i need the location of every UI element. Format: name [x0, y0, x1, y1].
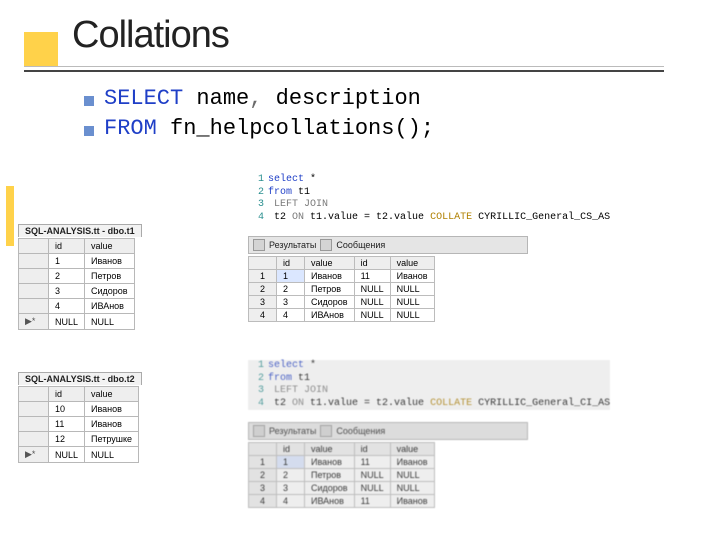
table-row[interactable]: 2Петров — [19, 269, 135, 284]
result-row[interactable]: 33СидоровNULLNULL — [249, 296, 435, 309]
table-row[interactable]: 3Сидоров — [19, 284, 135, 299]
table-t1: id value 1Иванов 2Петров 3Сидоров 4ИВАно… — [18, 238, 135, 330]
results-icon — [253, 425, 265, 437]
col-value: value — [85, 239, 135, 254]
messages-icon — [320, 425, 332, 437]
result-row[interactable]: 22ПетровNULLNULL — [249, 283, 435, 296]
result-header: id value id value — [249, 257, 435, 270]
result-tabs-2: Результаты Сообщения — [248, 422, 528, 440]
table-row[interactable]: ▶*NULLNULL — [19, 314, 135, 330]
code-text: fn_helpcollations(); — [157, 116, 434, 141]
bullet-icon — [84, 96, 94, 106]
table-row[interactable]: 10Иванов — [19, 402, 139, 417]
result-row[interactable]: 44ИВАновNULLNULL — [249, 309, 435, 322]
table-row[interactable]: 4ИВАнов — [19, 299, 135, 314]
slide-title: Collations — [72, 14, 229, 57]
messages-icon — [320, 239, 332, 251]
sql-editor-1[interactable]: 1select * 2from t1 3 LEFT JOIN 4 t2 ON t… — [248, 174, 610, 224]
table-row[interactable]: 1Иванов — [19, 254, 135, 269]
result-row[interactable]: 11Иванов11Иванов — [249, 270, 435, 283]
content-accent-strip — [6, 186, 14, 246]
result-grid-2: id value id value 11Иванов11Иванов 22Пет… — [248, 442, 435, 508]
tab-results[interactable]: Результаты — [269, 240, 316, 250]
result-row[interactable]: 11Иванов11Иванов — [249, 456, 435, 469]
table-tab-t1[interactable]: SQL-ANALYSIS.tt - dbo.t1 — [18, 224, 142, 237]
table-t2: id value 10Иванов 11Иванов 12Петрушке ▶*… — [18, 386, 139, 463]
title-accent-square — [24, 32, 58, 66]
punct: , — [249, 86, 262, 111]
tab-results[interactable]: Результаты — [269, 426, 316, 436]
title-block: Collations — [24, 14, 229, 57]
result-row[interactable]: 44ИВАнов11Иванов — [249, 495, 435, 508]
tab-messages[interactable]: Сообщения — [336, 240, 385, 250]
title-underline-dark — [24, 70, 664, 72]
col-value: value — [85, 387, 139, 402]
bullet-icon — [84, 126, 94, 136]
col-id: id — [49, 239, 85, 254]
title-underline — [24, 66, 664, 67]
col-id: id — [49, 387, 85, 402]
keyword-select: SELECT — [104, 86, 183, 111]
code-text: name — [183, 86, 249, 111]
result-row[interactable]: 22ПетровNULLNULL — [249, 469, 435, 482]
keyword-from: FROM — [104, 116, 157, 141]
sql-editor-2[interactable]: 1select * 2from t1 3 LEFT JOIN 4 t2 ON t… — [248, 360, 610, 410]
result-grid-1: id value id value 11Иванов11Иванов 22Пет… — [248, 256, 435, 322]
table-header: id value — [19, 387, 139, 402]
table-header: id value — [19, 239, 135, 254]
result-tabs-1: Результаты Сообщения — [248, 236, 528, 254]
results-icon — [253, 239, 265, 251]
table-row[interactable]: 11Иванов — [19, 417, 139, 432]
sql-code: SELECT name, description FROM fn_helpcol… — [104, 84, 434, 143]
table-row[interactable]: 12Петрушке — [19, 432, 139, 447]
result-row[interactable]: 33СидоровNULLNULL — [249, 482, 435, 495]
table-tab-t2[interactable]: SQL-ANALYSIS.tt - dbo.t2 — [18, 372, 142, 385]
table-row[interactable]: ▶*NULLNULL — [19, 447, 139, 463]
code-text: description — [262, 86, 420, 111]
result-header: id value id value — [249, 443, 435, 456]
tab-messages[interactable]: Сообщения — [336, 426, 385, 436]
